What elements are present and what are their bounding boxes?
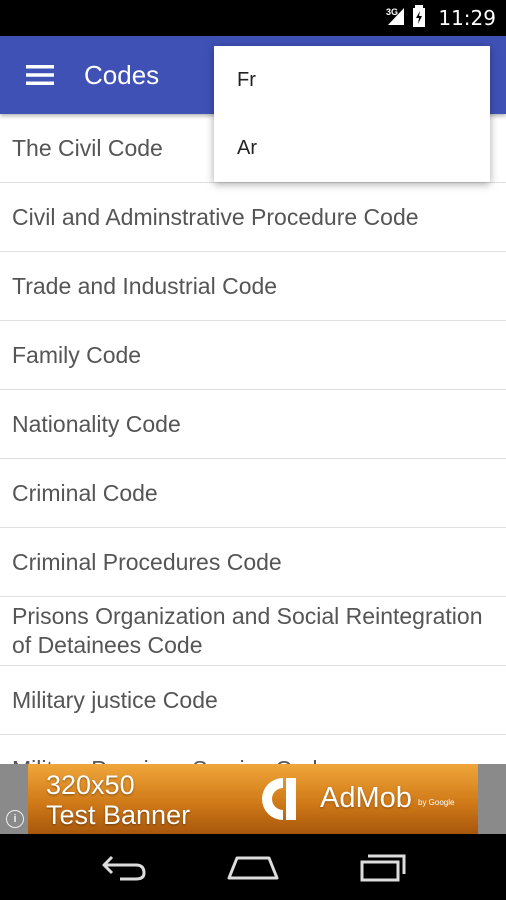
ad-by-google: by Google	[418, 798, 455, 807]
status-bar: 3G 11:29	[0, 0, 506, 36]
ad-area: i 320x50 Test Banner AdMob by Google	[0, 764, 506, 834]
admob-logo-icon	[256, 774, 310, 829]
list-item-criminal-code[interactable]: Criminal Code	[0, 459, 506, 528]
list-item-prisons-organization-code[interactable]: Prisons Organization and Social Reintegr…	[0, 597, 506, 666]
ad-test-label: Test Banner	[46, 800, 191, 830]
back-icon[interactable]	[92, 842, 156, 892]
ad-banner[interactable]: 320x50 Test Banner AdMob by Google	[28, 764, 478, 834]
battery-icon	[412, 4, 426, 32]
menu-item-fr[interactable]: Fr	[214, 46, 490, 114]
language-dropdown-menu: Fr Ar	[214, 46, 490, 182]
list-item-family-code[interactable]: Family Code	[0, 321, 506, 390]
list-item-military-justice-code[interactable]: Military justice Code	[0, 666, 506, 735]
home-icon[interactable]	[221, 842, 285, 892]
list-item-military-pensions-code[interactable]: Military Pensions Service Code	[0, 735, 506, 765]
ad-info-icon[interactable]: i	[6, 810, 24, 828]
list-item-trade-industrial-code[interactable]: Trade and Industrial Code	[0, 252, 506, 321]
page-title: Codes	[84, 59, 160, 90]
list-item-criminal-procedures-code[interactable]: Criminal Procedures Code	[0, 528, 506, 597]
system-nav-bar	[0, 834, 506, 900]
hamburger-menu-icon[interactable]	[0, 36, 80, 114]
ad-size-label: 320x50	[46, 770, 135, 800]
ad-brand: AdMob	[320, 782, 412, 814]
ad-text: 320x50 Test Banner	[46, 770, 190, 830]
menu-item-ar[interactable]: Ar	[214, 114, 490, 182]
clock: 11:29	[438, 6, 496, 30]
codes-list: The Civil Code Civil and Adminstrative P…	[0, 114, 506, 764]
list-item-nationality-code[interactable]: Nationality Code	[0, 390, 506, 459]
network-type-label: 3G	[385, 7, 398, 17]
list-item-civil-administrative-procedure-code[interactable]: Civil and Adminstrative Procedure Code	[0, 183, 506, 252]
recent-apps-icon[interactable]	[350, 842, 414, 892]
